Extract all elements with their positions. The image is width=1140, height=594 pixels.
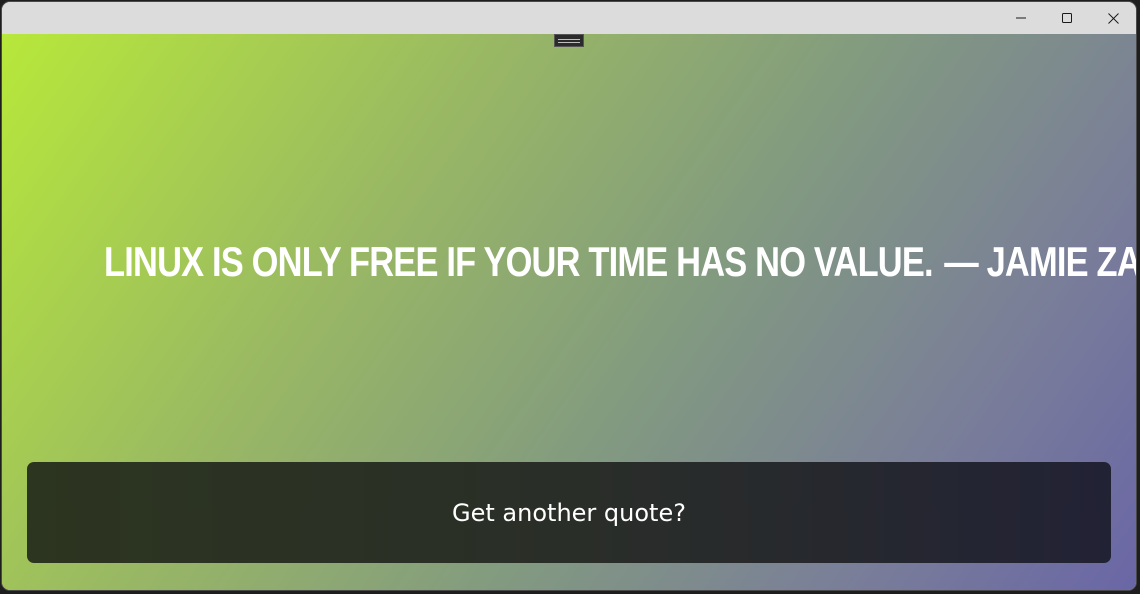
quote-author: — Jamie Zawinski <box>944 238 1136 285</box>
handle-line <box>558 38 580 40</box>
quote-body: Linux is only free if your time has no v… <box>104 238 933 285</box>
maximize-button[interactable] <box>1044 2 1090 34</box>
close-button[interactable] <box>1090 2 1136 34</box>
app-window: Linux is only free if your time has no v… <box>2 2 1136 590</box>
quote-panel: Linux is only free if your time has no v… <box>2 34 1136 590</box>
drag-handle[interactable] <box>554 34 584 47</box>
minimize-icon <box>1016 17 1026 19</box>
close-icon <box>1107 12 1119 24</box>
maximize-icon <box>1062 13 1072 23</box>
quote-text: Linux is only free if your time has no v… <box>104 232 1136 292</box>
get-another-quote-button[interactable]: Get another quote? <box>27 462 1111 563</box>
minimize-button[interactable] <box>998 2 1044 34</box>
handle-line <box>558 41 580 43</box>
title-bar[interactable] <box>2 2 1136 34</box>
